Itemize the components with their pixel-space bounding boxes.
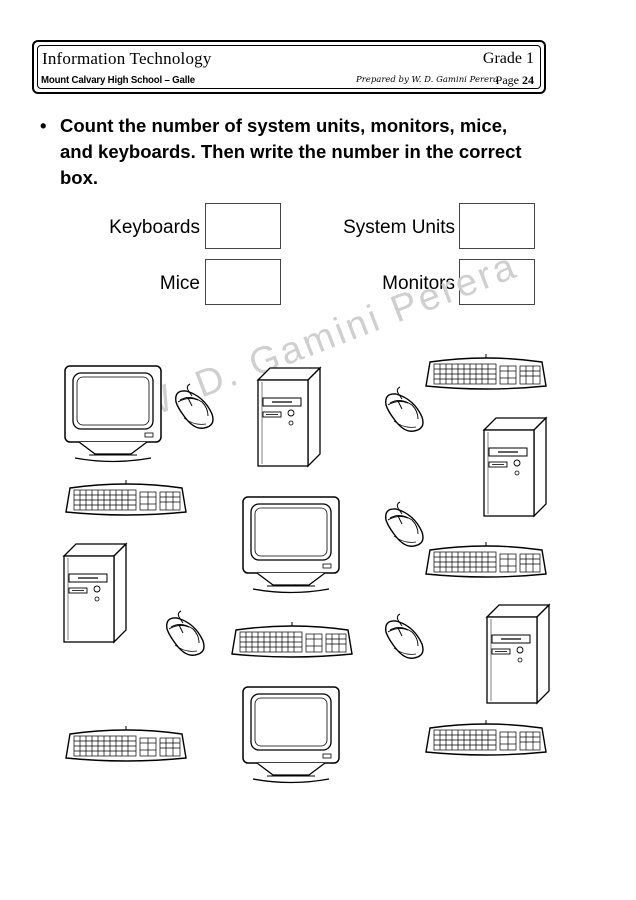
mouse-image-5 (385, 613, 424, 659)
keyboard-image-6 (425, 719, 547, 756)
mouse-image-4 (166, 610, 205, 656)
monitor-image-1 (64, 365, 162, 463)
keyboard-image-4 (231, 621, 353, 658)
keyboard-image-5 (65, 725, 187, 762)
system-unit-image-1 (257, 367, 321, 467)
system-unit-image-2 (483, 417, 547, 517)
keyboard-image-1 (425, 353, 547, 390)
mouse-image-1 (175, 383, 214, 429)
mouse-image-2 (385, 386, 424, 432)
system-unit-image-4 (486, 604, 550, 704)
monitor-image-2 (242, 496, 340, 594)
system-unit-image-3 (63, 543, 127, 643)
keyboard-image-2 (65, 479, 187, 516)
computer-parts-illustration (63, 353, 550, 784)
monitor-image-3 (242, 686, 340, 784)
keyboard-image-3 (425, 541, 547, 578)
mouse-image-3 (385, 501, 424, 547)
